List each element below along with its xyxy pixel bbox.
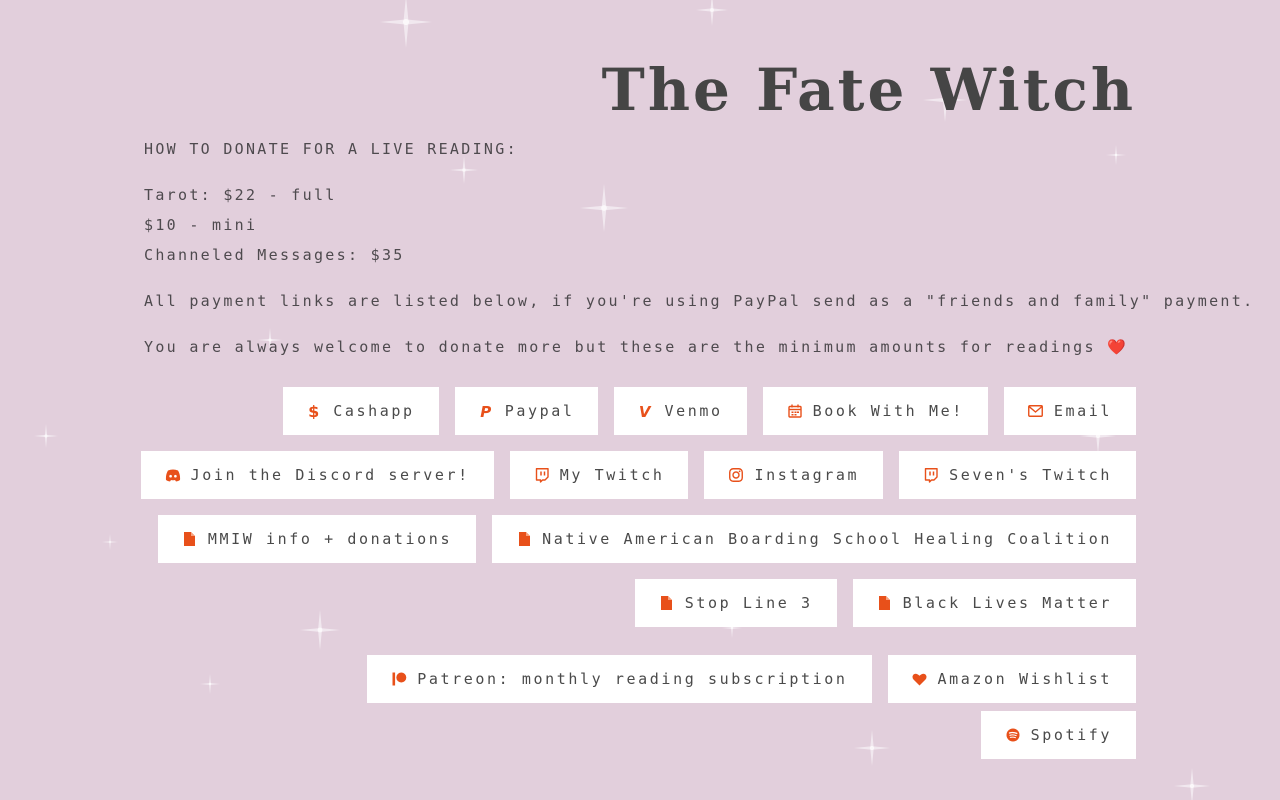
paypal-label: Paypal (504, 402, 575, 420)
cashapp-label: Cashapp (333, 402, 415, 420)
sevens-twitch-button[interactable]: Seven's Twitch (899, 451, 1136, 499)
discord-label: Join the Discord server! (190, 466, 470, 484)
instagram-icon (728, 467, 744, 483)
my-twitch-label: My Twitch (559, 466, 665, 484)
link-row-4: Stop Line 3 Black Lives Matter (634, 579, 1136, 627)
my-twitch-button[interactable]: My Twitch (509, 451, 689, 499)
link-row-6: Spotify (980, 711, 1136, 759)
amazon-wishlist-label: Amazon Wishlist (937, 670, 1112, 688)
instagram-button[interactable]: Instagram (704, 451, 884, 499)
price-tarot-full: Tarot: $22 - full (144, 186, 337, 204)
patreon-icon (391, 671, 407, 687)
stop-line-3-button[interactable]: Stop Line 3 (634, 579, 837, 627)
donation-description: HOW TO DONATE FOR A LIVE READING: Tarot:… (144, 134, 1255, 362)
black-lives-matter-button[interactable]: Black Lives Matter (852, 579, 1136, 627)
price-tarot-mini: $10 - mini (144, 216, 258, 234)
payment-note: All payment links are listed below, if y… (144, 292, 1255, 310)
discord-icon (165, 467, 181, 483)
twitch-icon (534, 467, 550, 483)
heart-icon (912, 671, 928, 687)
svg-text:$: $ (308, 403, 322, 419)
spotify-button[interactable]: Spotify (980, 711, 1136, 759)
link-row-1: $ Cashapp P Paypal V Venmo Book With Me!… (283, 387, 1136, 435)
paypal-icon: P (479, 403, 495, 419)
venmo-label: Venmo (664, 402, 723, 420)
spotify-label: Spotify (1030, 726, 1112, 744)
mmiw-label: MMIW info + donations (207, 530, 453, 548)
svg-text:P: P (480, 403, 494, 419)
file-icon (182, 531, 198, 547)
venmo-icon: V (638, 403, 654, 419)
link-row-2: Join the Discord server! My Twitch Insta… (140, 451, 1136, 499)
dollar-icon: $ (307, 403, 323, 419)
twitch-icon (923, 467, 939, 483)
donation-heading: HOW TO DONATE FOR A LIVE READING: (144, 140, 518, 158)
svg-text:V: V (639, 403, 653, 419)
mmiw-button[interactable]: MMIW info + donations (157, 515, 477, 563)
black-lives-matter-label: Black Lives Matter (902, 594, 1112, 612)
amazon-wishlist-button[interactable]: Amazon Wishlist (887, 655, 1136, 703)
book-with-me-button[interactable]: Book With Me! (762, 387, 988, 435)
venmo-button[interactable]: V Venmo (614, 387, 747, 435)
site-title: The Fate Witch (601, 56, 1136, 124)
cashapp-button[interactable]: $ Cashapp (283, 387, 439, 435)
book-with-me-label: Book With Me! (812, 402, 964, 420)
price-channeled-messages: Channeled Messages: $35 (144, 246, 405, 264)
sevens-twitch-label: Seven's Twitch (949, 466, 1112, 484)
link-row-5: Patreon: monthly reading subscription Am… (367, 655, 1136, 703)
stop-line-3-label: Stop Line 3 (684, 594, 813, 612)
discord-button[interactable]: Join the Discord server! (140, 451, 494, 499)
paypal-button[interactable]: P Paypal (454, 387, 599, 435)
patreon-label: Patreon: monthly reading subscription (417, 670, 848, 688)
calendar-icon (787, 403, 803, 419)
envelope-icon (1028, 403, 1044, 419)
boarding-school-coalition-label: Native American Boarding School Healing … (542, 530, 1112, 548)
spotify-icon (1005, 727, 1021, 743)
welcome-note: You are always welcome to donate more bu… (144, 338, 1129, 356)
instagram-label: Instagram (754, 466, 860, 484)
patreon-button[interactable]: Patreon: monthly reading subscription (367, 655, 872, 703)
link-row-3: MMIW info + donations Native American Bo… (157, 515, 1136, 563)
file-icon (659, 595, 675, 611)
file-icon (877, 595, 893, 611)
email-label: Email (1053, 402, 1112, 420)
boarding-school-coalition-button[interactable]: Native American Boarding School Healing … (492, 515, 1136, 563)
file-icon (516, 531, 532, 547)
email-button[interactable]: Email (1003, 387, 1136, 435)
